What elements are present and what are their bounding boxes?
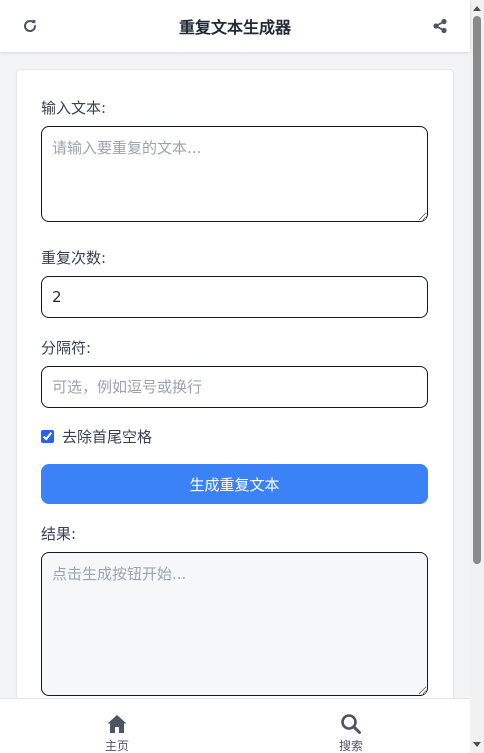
refresh-button[interactable] <box>18 14 42 38</box>
nav-item-home-label: 主页 <box>104 739 129 753</box>
scrollbar-thumb[interactable] <box>473 16 481 564</box>
page-scrollbar[interactable] <box>470 0 484 753</box>
trim-checkbox-label: 去除首尾空格 <box>62 428 153 446</box>
separator-label: 分隔符: <box>41 339 92 357</box>
scroll-up-arrow-icon[interactable] <box>473 6 481 11</box>
trim-option[interactable]: 去除首尾空格 <box>41 426 152 447</box>
repeat-count-label: 重复次数: <box>41 249 107 267</box>
generate-button[interactable]: 生成重复文本 <box>41 464 428 504</box>
result-field[interactable] <box>41 552 428 696</box>
home-icon <box>107 715 127 733</box>
result-label: 结果: <box>41 525 77 543</box>
app-root: 重复文本生成器 输入文本: 重复次数: 分隔符: 去除首尾空格 生成重复文本 结… <box>0 0 484 753</box>
app-header: 重复文本生成器 <box>0 0 470 52</box>
nav-item-search[interactable]: 搜索 <box>311 699 391 753</box>
generator-card: 输入文本: 重复次数: 分隔符: 去除首尾空格 生成重复文本 结果: <box>16 69 454 731</box>
scroll-down-arrow-icon[interactable] <box>473 742 481 747</box>
share-button[interactable] <box>428 14 452 38</box>
refresh-icon <box>24 19 37 32</box>
repeat-count-input[interactable] <box>41 276 428 318</box>
input-text-label: 输入文本: <box>41 99 107 117</box>
nav-item-search-label: 搜索 <box>338 739 363 753</box>
bottom-nav: 主页 搜索 <box>0 698 470 753</box>
trim-checkbox[interactable] <box>41 430 54 443</box>
share-icon <box>433 18 447 34</box>
nav-item-home[interactable]: 主页 <box>77 699 157 753</box>
separator-input[interactable] <box>41 366 428 408</box>
page-title: 重复文本生成器 <box>178 18 291 37</box>
input-text-field[interactable] <box>41 126 428 222</box>
search-icon <box>341 714 361 734</box>
